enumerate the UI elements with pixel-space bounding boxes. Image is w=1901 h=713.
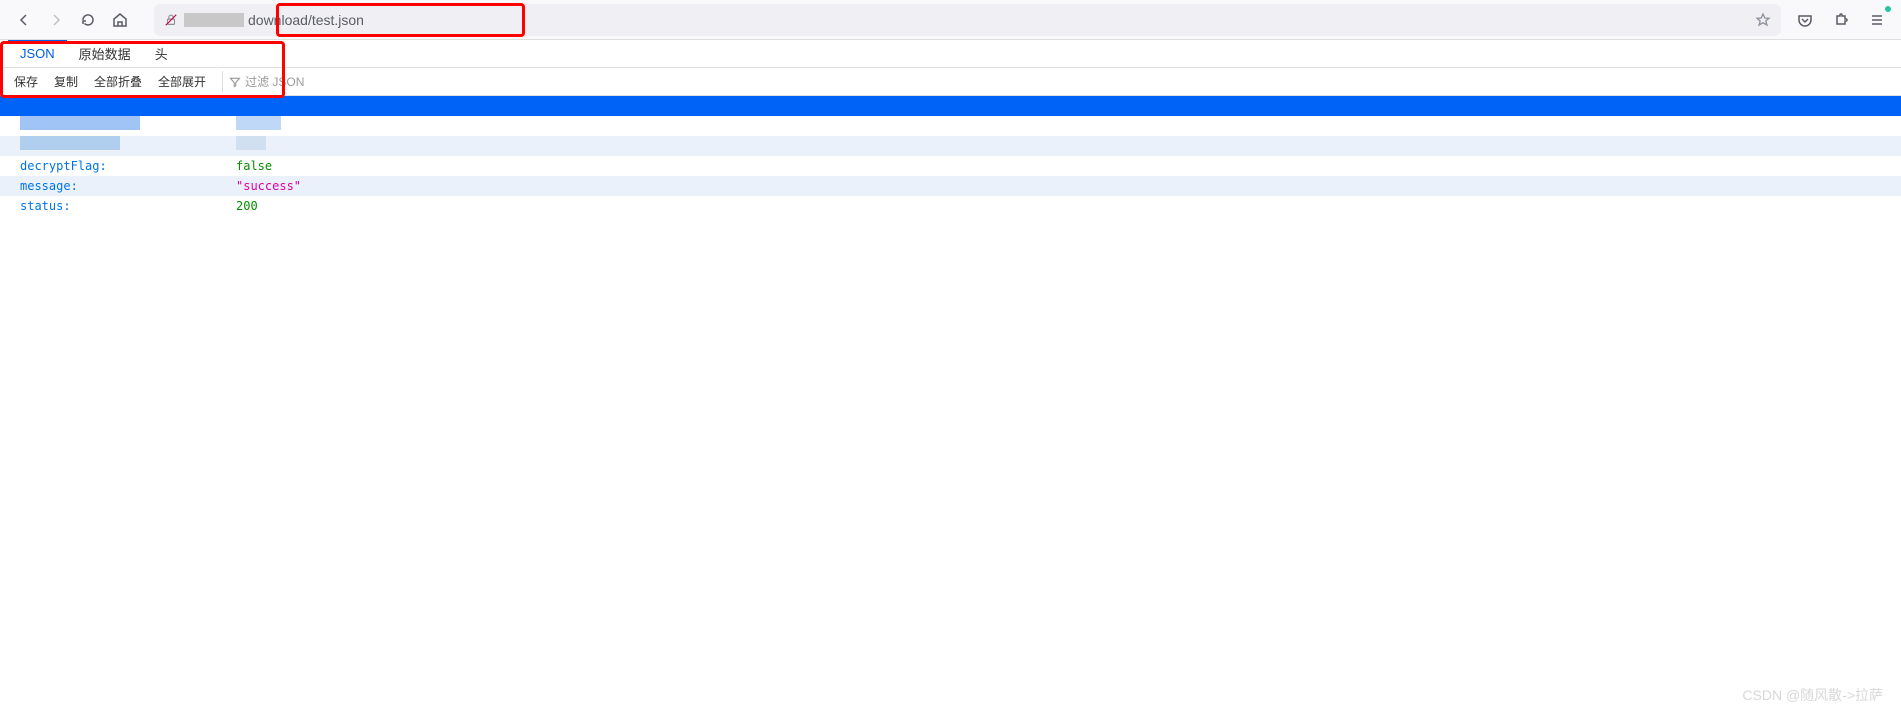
filter-placeholder: 过滤 JSON [245,73,304,90]
json-viewer-tabs: JSON 原始数据 头 [0,40,1901,68]
tab-raw-data[interactable]: 原始数据 [67,40,143,67]
save-button[interactable]: 保存 [8,71,44,92]
pocket-icon [1797,12,1813,28]
expand-all-button[interactable]: 全部展开 [152,71,212,92]
copy-button[interactable]: 复制 [48,71,84,92]
json-val: false [236,156,1881,176]
json-key-redacted [20,116,236,136]
collapse-all-button[interactable]: 全部折叠 [88,71,148,92]
menu-button[interactable] [1861,4,1893,36]
json-val-redacted [236,116,1881,136]
json-val-redacted [236,136,1881,156]
json-row-status[interactable]: status: 200 [0,196,1901,216]
forward-button[interactable] [40,4,72,36]
address-content: download/test.json [164,12,364,28]
json-key: message: [20,176,236,196]
json-row-message[interactable]: message: "success" [0,176,1901,196]
url-text: download/test.json [248,12,364,28]
hamburger-icon [1869,12,1885,28]
json-tree: decryptFlag: false message: "success" st… [0,96,1901,216]
json-row-redacted-2[interactable] [0,116,1901,136]
json-val: 200 [236,196,1881,216]
pocket-button[interactable] [1789,4,1821,36]
home-icon [112,12,128,28]
filter-json-input[interactable]: 过滤 JSON [222,71,310,92]
home-button[interactable] [104,4,136,36]
extensions-button[interactable] [1825,4,1857,36]
url-redacted-portion [184,13,244,27]
tab-headers[interactable]: 头 [143,40,180,67]
funnel-icon [229,76,241,88]
json-row-redacted-3[interactable] [0,136,1901,156]
tab-json[interactable]: JSON [8,40,67,65]
browser-toolbar: download/test.json [0,0,1901,40]
lock-insecure-icon [164,13,178,27]
json-row-decryptflag[interactable]: decryptFlag: false [0,156,1901,176]
reload-icon [80,12,96,28]
address-bar[interactable]: download/test.json [154,4,1781,36]
toolbar-right [1789,4,1893,36]
arrow-right-icon [48,12,64,28]
json-key: decryptFlag: [20,156,236,176]
json-key-redacted [20,96,236,116]
json-row-redacted-selected[interactable] [0,96,1901,116]
json-key-redacted [20,136,236,156]
bookmark-star-icon[interactable] [1755,12,1771,28]
json-val: "success" [236,176,1881,196]
arrow-left-icon [16,12,32,28]
json-viewer-actions: 保存 复制 全部折叠 全部展开 过滤 JSON [0,68,1901,96]
reload-button[interactable] [72,4,104,36]
back-button[interactable] [8,4,40,36]
watermark: CSDN @随风散->拉萨 [1742,685,1883,705]
puzzle-icon [1833,12,1849,28]
json-key: status: [20,196,236,216]
json-val-redacted [236,96,296,116]
